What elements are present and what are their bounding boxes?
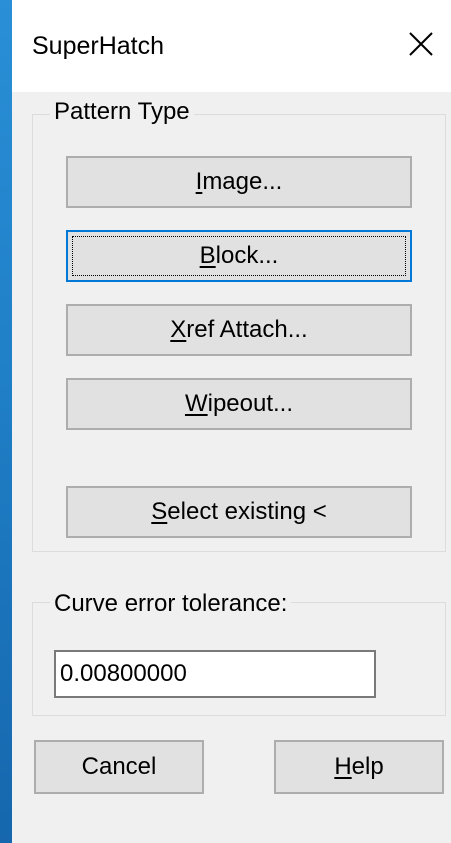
help-button-label: Help — [334, 753, 384, 780]
cancel-button-label: Cancel — [81, 753, 157, 780]
select-existing-button[interactable]: Select existing < — [66, 486, 412, 538]
help-button[interactable]: Help — [274, 740, 444, 794]
select-existing-button-label: Select existing < — [151, 498, 327, 525]
xref-attach-button[interactable]: Xref Attach... — [66, 304, 412, 356]
desktop-background — [0, 0, 12, 843]
title-bar: SuperHatch — [12, 0, 451, 92]
wipeout-button[interactable]: Wipeout... — [66, 378, 412, 430]
cancel-button[interactable]: Cancel — [34, 740, 204, 794]
curve-tolerance-input[interactable] — [54, 650, 376, 698]
block-button-label: Block... — [199, 242, 279, 269]
window-title: SuperHatch — [32, 32, 165, 60]
image-button[interactable]: Image... — [66, 156, 412, 208]
superhatch-dialog: SuperHatch Pattern Type Image... Block..… — [12, 0, 451, 843]
image-button-label: Image... — [195, 168, 283, 195]
wipeout-button-label: Wipeout... — [184, 390, 294, 417]
close-icon — [409, 32, 433, 56]
block-button[interactable]: Block... — [66, 230, 412, 282]
curve-tolerance-label: Curve error tolerance: — [50, 590, 292, 618]
close-button[interactable] — [401, 22, 441, 66]
xref-attach-button-label: Xref Attach... — [170, 316, 308, 343]
pattern-type-label: Pattern Type — [50, 98, 194, 126]
